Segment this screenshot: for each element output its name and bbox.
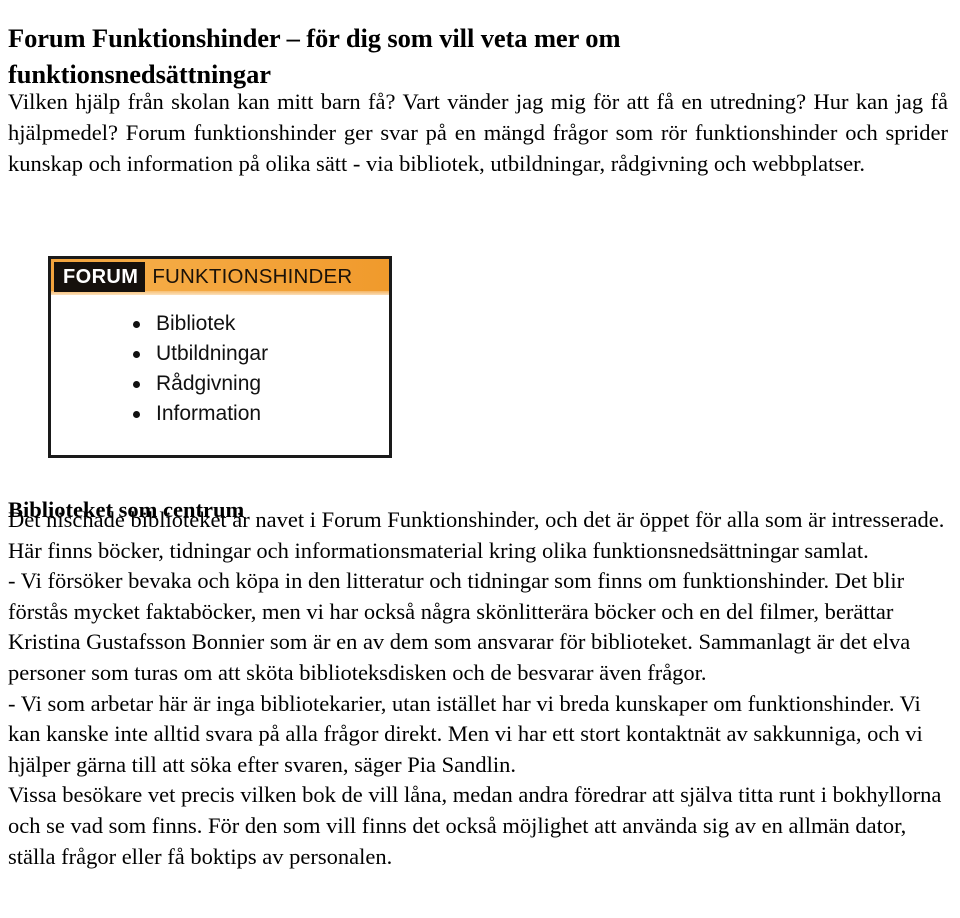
paragraph: - Vi som arbetar här är inga bibliotekar…: [8, 690, 923, 777]
list-item: Rådgivning: [133, 369, 389, 399]
forum-funktionshinder-logo-figure: FORUM FUNKTIONSHINDER Bibliotek Utbildni…: [48, 256, 392, 458]
page-title: Forum Funktionshinder – för dig som vill…: [8, 22, 621, 89]
paragraph: Det nischade biblioteket är navet i Foru…: [8, 507, 945, 563]
logo-brand-box: FORUM: [54, 262, 146, 292]
paragraph: - Vi försöker bevaka och köpa in den lit…: [8, 568, 911, 685]
list-item: Utbildningar: [133, 339, 389, 369]
list-item: Bibliotek: [133, 309, 389, 339]
list-item: Information: [133, 399, 389, 429]
intro-paragraph: Vilken hjälp från skolan kan mitt barn f…: [8, 89, 948, 176]
logo-brand-word: FUNKTIONSHINDER: [152, 264, 353, 288]
logo-service-list: Bibliotek Utbildningar Rådgivning Inform…: [51, 295, 389, 429]
section-body: Det nischade biblioteket är navet i Foru…: [8, 505, 952, 872]
document-page: Forum Funktionshinder – för dig som vill…: [0, 0, 960, 918]
paragraph: Vissa besökare vet precis vilken bok de …: [8, 782, 942, 869]
logo-banner: FORUM FUNKTIONSHINDER: [51, 259, 389, 295]
